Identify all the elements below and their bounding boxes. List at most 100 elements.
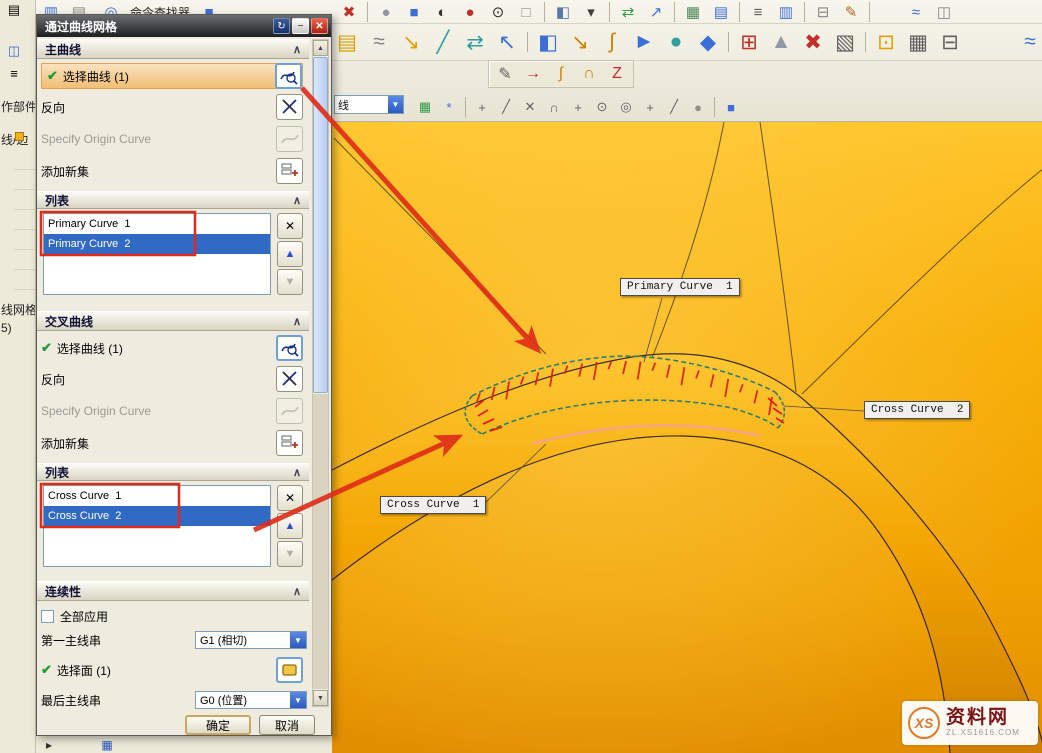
- cross-reverse-button[interactable]: [276, 366, 303, 392]
- datum-plane-icon[interactable]: ▤: [332, 27, 362, 57]
- arrow-red-icon[interactable]: →: [520, 62, 546, 86]
- flag-page-icon[interactable]: ►: [629, 27, 659, 57]
- scrollbar-thumb[interactable]: [313, 57, 328, 393]
- cube-plus-icon[interactable]: ⊞: [734, 27, 764, 57]
- view-dropdown-icon[interactable]: ▾: [578, 1, 604, 23]
- cross-move-up-button[interactable]: ▲: [277, 513, 303, 539]
- export-view-icon[interactable]: ↗: [643, 1, 669, 23]
- tube-section-icon[interactable]: ◫: [931, 1, 957, 23]
- swap-teal-icon[interactable]: ⇄: [460, 27, 490, 57]
- dialog-close-button[interactable]: ✕: [311, 18, 328, 34]
- cross-select-curve-row[interactable]: ✔ 选择曲线 (1): [41, 335, 303, 361]
- point-dialog-icon[interactable]: *: [438, 97, 460, 117]
- panel-sheet-icon[interactable]: ▤: [4, 1, 24, 19]
- type-filter-dropdown-icon[interactable]: ▼: [388, 96, 403, 113]
- list-item[interactable]: Cross Curve 1: [44, 486, 270, 506]
- snap-line-icon[interactable]: ╱: [495, 97, 517, 117]
- cancel-button[interactable]: 取消: [259, 715, 315, 735]
- isometric-view-icon[interactable]: ◧: [550, 1, 576, 23]
- primary-add-new-set-button[interactable]: [276, 158, 303, 184]
- sheet-icon[interactable]: ▤: [708, 1, 734, 23]
- last-primary-combo[interactable]: G0 (位置) ▼: [195, 691, 307, 709]
- curve-integral-icon[interactable]: ∫: [597, 27, 627, 57]
- half-shape-icon[interactable]: ◧: [533, 27, 563, 57]
- panel-list-icon[interactable]: ≡: [4, 64, 24, 82]
- dialog-reset-button[interactable]: ↻: [273, 18, 290, 34]
- snap-midpoint-icon[interactable]: +: [567, 97, 589, 117]
- wave-icon[interactable]: ≈: [903, 1, 929, 23]
- snap-intersection-icon[interactable]: ✕: [519, 97, 541, 117]
- swirl-surface-icon[interactable]: ≈: [364, 27, 394, 57]
- type-filter-combo[interactable]: 线 ▼: [334, 95, 404, 114]
- primary-remove-button[interactable]: ✕: [277, 213, 303, 239]
- primary-reverse-button[interactable]: [276, 94, 303, 120]
- spline-icon[interactable]: ∫: [548, 62, 574, 86]
- primary-select-curve-button[interactable]: [275, 63, 302, 89]
- section-header-primary-curves[interactable]: 主曲线 ∧: [37, 39, 309, 59]
- primary-select-curve-row[interactable]: ✔ 选择曲线 (1): [41, 63, 303, 89]
- cube-blue-icon[interactable]: ◆: [693, 27, 723, 57]
- line-teal-icon[interactable]: ╱: [428, 27, 458, 57]
- collapse-chevron-icon[interactable]: ∧: [293, 315, 301, 328]
- panel-box-icon[interactable]: ◫: [4, 42, 24, 60]
- solid-cube-icon[interactable]: ■: [401, 1, 427, 23]
- cross-add-new-set-button[interactable]: [276, 430, 303, 456]
- primary-curve-list[interactable]: Primary Curve 1Primary Curve 2: [43, 213, 271, 295]
- cross-remove-button[interactable]: ✕: [277, 485, 303, 511]
- grid-table-icon[interactable]: ▦: [680, 1, 706, 23]
- measure-icon[interactable]: ⊟: [810, 1, 836, 23]
- list-item[interactable]: Primary Curve 1: [44, 214, 270, 234]
- zigzag-icon[interactable]: Z: [604, 62, 630, 86]
- snap-point-icon[interactable]: ●: [687, 97, 709, 117]
- graphics-window[interactable]: Primary Curve 1 Cross Curve 2 Cross Curv…: [330, 122, 1042, 753]
- close-dialog-icon[interactable]: ✖: [336, 1, 362, 23]
- combo-dropdown-icon[interactable]: ▼: [290, 692, 306, 708]
- grid-blue-icon[interactable]: ▦: [98, 737, 116, 752]
- render-red-icon[interactable]: ●: [457, 1, 483, 23]
- snap-arc-icon[interactable]: ∩: [543, 97, 565, 117]
- import-page-icon[interactable]: ↖: [492, 27, 522, 57]
- grid-edit-icon[interactable]: ▦: [903, 27, 933, 57]
- sphere-icon[interactable]: ●: [373, 1, 399, 23]
- section-header-continuity[interactable]: 连续性 ∧: [37, 581, 309, 601]
- apply-all-checkbox[interactable]: [41, 610, 54, 623]
- arc-icon[interactable]: ∩: [576, 62, 602, 86]
- snap-slash-icon[interactable]: ╱: [663, 97, 685, 117]
- primary-move-up-button[interactable]: ▲: [277, 241, 303, 267]
- scrollbar-up-icon[interactable]: ▲: [313, 40, 328, 56]
- sphere-teal-icon[interactable]: ●: [661, 27, 691, 57]
- annotate-icon[interactable]: ✎: [838, 1, 864, 23]
- render-dark-icon[interactable]: ⊙: [485, 1, 511, 23]
- blank-box-icon[interactable]: □: [513, 1, 539, 23]
- solid-blue-icon[interactable]: ■: [720, 97, 742, 117]
- snap-center-icon[interactable]: ⊙: [591, 97, 613, 117]
- section-header-cross-curves[interactable]: 交叉曲线 ∧: [37, 311, 309, 331]
- cross-list-header[interactable]: 列表 ∧: [37, 463, 309, 481]
- sweep-arrow-icon[interactable]: ↘: [565, 27, 595, 57]
- primary-list-header[interactable]: 列表 ∧: [37, 191, 309, 209]
- snap-plus-icon[interactable]: +: [639, 97, 661, 117]
- dialog-scrollbar[interactable]: ▲ ▼: [312, 39, 329, 707]
- cross-curve-list[interactable]: Cross Curve 1Cross Curve 2: [43, 485, 271, 567]
- first-primary-combo[interactable]: G1 (相切) ▼: [195, 631, 307, 649]
- scrollbar-track[interactable]: [313, 394, 328, 689]
- snap-circle-icon[interactable]: ◎: [615, 97, 637, 117]
- edit-curve-icon[interactable]: ✎: [492, 62, 518, 86]
- list-item[interactable]: Cross Curve 2: [44, 506, 270, 526]
- nav-play-icon[interactable]: ▸: [40, 737, 58, 752]
- view-plane-icon[interactable]: ▥: [773, 1, 799, 23]
- coil-spring-icon[interactable]: ≈: [1015, 27, 1042, 57]
- snap-endpoint-icon[interactable]: +: [471, 97, 493, 117]
- page-hatch-icon[interactable]: ▧: [830, 27, 860, 57]
- grid-snap-icon[interactable]: ▦: [414, 97, 436, 117]
- collapse-chevron-icon[interactable]: ∧: [293, 466, 301, 479]
- sheet-minus-icon[interactable]: ⊟: [935, 27, 965, 57]
- cross-select-curve-button[interactable]: [276, 335, 303, 361]
- collapse-chevron-icon[interactable]: ∧: [293, 43, 301, 56]
- dialog-collapse-button[interactable]: −: [292, 18, 309, 34]
- combo-dropdown-icon[interactable]: ▼: [290, 632, 306, 648]
- ok-button[interactable]: 确定: [185, 715, 251, 735]
- arrow-gold-icon[interactable]: ↘: [396, 27, 426, 57]
- delete-face-icon[interactable]: ✖: [798, 27, 828, 57]
- select-face-row[interactable]: ✔ 选择面 (1): [41, 657, 303, 683]
